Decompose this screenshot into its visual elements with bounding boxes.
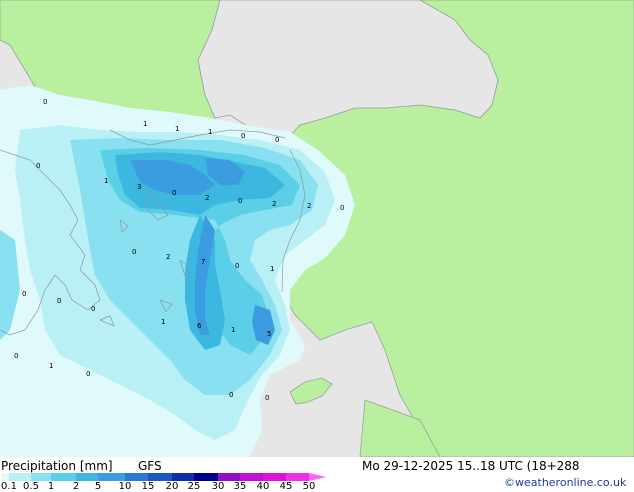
- scale-swatch: [51, 473, 76, 481]
- value-label: 0: [340, 204, 344, 212]
- value-label: 1: [161, 318, 165, 326]
- precipitation-map: 0 1 1 1 0 0 0 1 3 0 2 0 2 2 0 0 2 7 0 1 …: [0, 0, 634, 457]
- value-label: 1: [208, 128, 212, 136]
- value-label: 1: [143, 120, 147, 128]
- credit-link[interactable]: ©weatheronline.co.uk: [504, 476, 626, 490]
- scale-swatch: [194, 473, 218, 481]
- value-label: 0: [57, 297, 61, 305]
- value-label: 0: [86, 370, 90, 378]
- value-label: 0: [241, 132, 245, 140]
- scale-swatch: [125, 473, 148, 481]
- scale-swatch: [98, 473, 125, 481]
- scale-tick-label: 35: [233, 481, 247, 492]
- value-label: 1: [49, 362, 53, 370]
- scale-tick-label: 15: [141, 481, 155, 492]
- value-label: 0: [265, 394, 269, 402]
- scale-swatch: [76, 473, 98, 481]
- scale-swatch: [218, 473, 240, 481]
- forecast-datetime: Mo 29-12-2025 15..18 UTC (18+288: [362, 459, 580, 473]
- scale-tick-label: 20: [165, 481, 179, 492]
- value-label: 1: [104, 177, 108, 185]
- value-label: 3: [137, 183, 141, 191]
- scale-swatch: [31, 473, 51, 481]
- scale-tick-label: 50: [302, 481, 316, 492]
- scale-tick-label: 0.5: [23, 481, 39, 492]
- value-label: 0: [36, 162, 40, 170]
- value-label: 2: [205, 194, 209, 202]
- scale-tick-label: 25: [187, 481, 201, 492]
- value-label: 5: [267, 330, 271, 338]
- value-label: 0: [229, 391, 233, 399]
- scale-tick-label: 10: [118, 481, 132, 492]
- scale-swatch: [240, 473, 263, 481]
- value-label: 2: [166, 253, 170, 261]
- scale-swatch: [172, 473, 194, 481]
- value-label: 0: [275, 136, 279, 144]
- value-label: 0: [14, 352, 18, 360]
- value-label: 7: [201, 258, 205, 266]
- value-label: 2: [307, 202, 311, 210]
- value-label: 0: [91, 305, 95, 313]
- model-name: GFS: [138, 459, 162, 473]
- scale-tick-label: 45: [279, 481, 293, 492]
- value-label: 0: [238, 197, 242, 205]
- legend-title: Precipitation [mm]: [1, 459, 113, 473]
- value-label: 0: [43, 98, 47, 106]
- value-label: 1: [270, 265, 274, 273]
- scale-swatch: [286, 473, 309, 481]
- scale-tick-label: 0.1: [1, 481, 17, 492]
- scale-tick-label: 2: [72, 481, 80, 492]
- value-label: 0: [172, 189, 176, 197]
- value-label: 1: [231, 326, 235, 334]
- value-label: 6: [197, 322, 202, 330]
- scale-swatch: [2, 473, 9, 481]
- value-label: 0: [132, 248, 136, 256]
- scale-tick-label: 1: [47, 481, 55, 492]
- scale-tick-label: 5: [94, 481, 102, 492]
- scale-swatch: [148, 473, 172, 481]
- value-label: 0: [235, 262, 239, 270]
- scale-swatch: [263, 473, 286, 481]
- scale-tick-label: 30: [211, 481, 225, 492]
- scale-tick-label: 40: [256, 481, 270, 492]
- value-label: 0: [22, 290, 26, 298]
- value-label: 1: [175, 125, 179, 133]
- scale-swatch: [9, 473, 31, 481]
- value-label: 2: [272, 200, 276, 208]
